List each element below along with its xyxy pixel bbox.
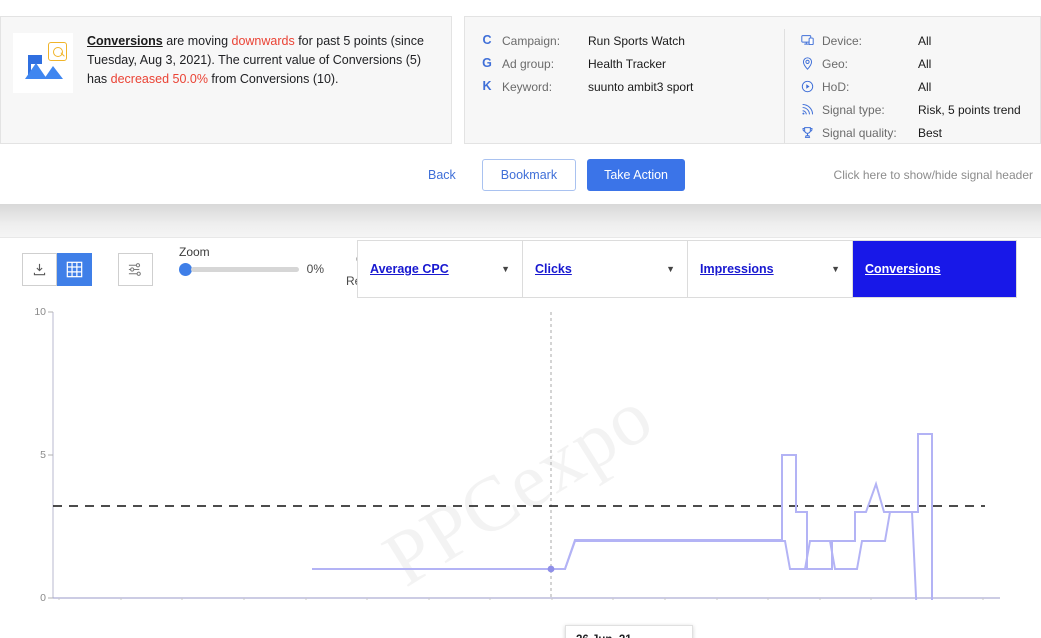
signal-header: Conversions are moving downwards for pas… [0,16,1041,146]
geo-pin-icon [799,57,815,70]
meta-row-device: Device: All [799,29,1026,52]
grid-icon[interactable] [57,252,92,286]
meta-row-hod: HoD: All [799,75,1026,98]
meta-label-adgroup: Ad group: [502,56,555,71]
tab-impressions[interactable]: Impressions ▼ [688,241,853,297]
clock-icon [799,80,815,93]
meta-value-keyword: suunto ambit3 sport [588,79,694,94]
tab-label-clicks: Clicks [535,262,572,276]
signal-summary-card: Conversions are moving downwards for pas… [0,16,452,144]
plot-surface [48,311,1000,600]
tab-label-conversions: Conversions [865,262,941,276]
meta-column-segments: Device: All Geo: All HoD: All Signal typ… [785,29,1040,143]
meta-label-keyword: Keyword: [502,79,553,94]
tab-conversions[interactable]: Conversions [853,241,1016,297]
y-tick-5: 5 [40,449,46,461]
summary-direction: downwards [231,34,295,48]
tab-label-average-cpc: Average CPC [370,262,449,276]
zoom-slider-track[interactable] [191,266,299,272]
tab-label-impressions: Impressions [700,262,774,276]
y-tick-labels: 10 5 0 [20,300,46,604]
meta-value-adgroup: Health Tracker [588,56,667,71]
y-tick-10: 10 [34,306,46,318]
download-icon[interactable] [22,252,57,286]
meta-column-targeting: C Campaign: Run Sports Watch G Ad group:… [465,29,785,143]
zoom-control: Zoom 0% [179,245,324,276]
tooltip-date: 26 Jun, 21 [576,634,682,638]
chevron-down-icon[interactable]: ▼ [501,264,510,274]
bookmark-button[interactable]: Bookmark [481,159,577,191]
trophy-icon [799,126,815,139]
signal-summary-text: Conversions are moving downwards for pas… [87,30,437,89]
filter-sliders-icon[interactable] [118,252,153,286]
adgroup-icon: G [482,56,492,71]
summary-change: decreased 50.0% [110,72,208,86]
meta-label-campaign: Campaign: [502,33,561,48]
meta-value-device: All [918,33,932,48]
top-strip [0,0,1041,16]
meta-label-signal-type: Signal type: [822,102,885,117]
chevron-down-icon[interactable]: ▼ [666,264,675,274]
summary-metric: Conversions [87,34,163,48]
magnifier-badge-icon [48,42,67,61]
meta-row-geo: Geo: All [799,52,1026,75]
chart-toolbar: Zoom 0% Reset Average CPC ▼ Clicks ▼ [0,238,1041,300]
series-conversions-line [312,511,918,600]
summary-text-1: are moving [162,34,232,48]
meta-value-geo: All [918,56,932,71]
signal-insight-icon [13,33,73,93]
y-tick-0: 0 [40,592,46,604]
meta-label-device: Device: [822,33,863,48]
section-divider-band [0,204,1041,238]
series-conversions-path [312,433,933,600]
hover-point-marker [547,565,555,573]
chart-tooltip: 26 Jun, 21 Conversions 1 [565,625,693,638]
zoom-percent-value: 0% [306,262,324,276]
meta-value-signal-quality: Best [918,125,943,140]
conversions-chart: PPCexpo Conversions [0,300,1041,638]
chevron-down-icon[interactable]: ▼ [831,264,840,274]
take-action-button[interactable]: Take Action [587,159,686,191]
signal-waves-icon [799,103,815,116]
meta-label-signal-quality: Signal quality: [822,125,897,140]
tab-clicks[interactable]: Clicks ▼ [523,241,688,297]
signal-meta-panel: C Campaign: Run Sports Watch G Ad group:… [464,16,1041,144]
signal-detail-page: Conversions are moving downwards for pas… [0,0,1041,638]
metric-tabs: Average CPC ▼ Clicks ▼ Impressions ▼ Con… [357,240,1017,298]
meta-row-signal-type: Signal type: Risk, 5 points trend [799,98,1026,121]
meta-row-signal-quality: Signal quality: Best [799,121,1026,144]
zoom-label: Zoom [179,245,210,259]
meta-row-keyword: K Keyword: suunto ambit3 sport [479,75,770,98]
action-bar: Back Bookmark Take Action Click here to … [0,146,1041,204]
meta-row-adgroup: G Ad group: Health Tracker [479,52,770,75]
meta-label-geo: Geo: [822,56,849,71]
meta-value-signal-type: Risk, 5 points trend [918,102,1021,117]
meta-value-hod: All [918,79,932,94]
view-mode-group [22,252,92,286]
back-button[interactable]: Back [420,162,464,188]
tab-average-cpc[interactable]: Average CPC ▼ [358,241,523,297]
summary-text-3: from Conversions (10). [207,72,339,86]
meta-label-hod: HoD: [822,79,850,94]
meta-row-campaign: C Campaign: Run Sports Watch [479,29,770,52]
toggle-signal-header-hint[interactable]: Click here to show/hide signal header [834,168,1033,182]
keyword-icon: K [482,79,492,94]
device-icon [799,34,815,47]
campaign-icon: C [482,33,492,48]
meta-value-campaign: Run Sports Watch [588,33,685,48]
